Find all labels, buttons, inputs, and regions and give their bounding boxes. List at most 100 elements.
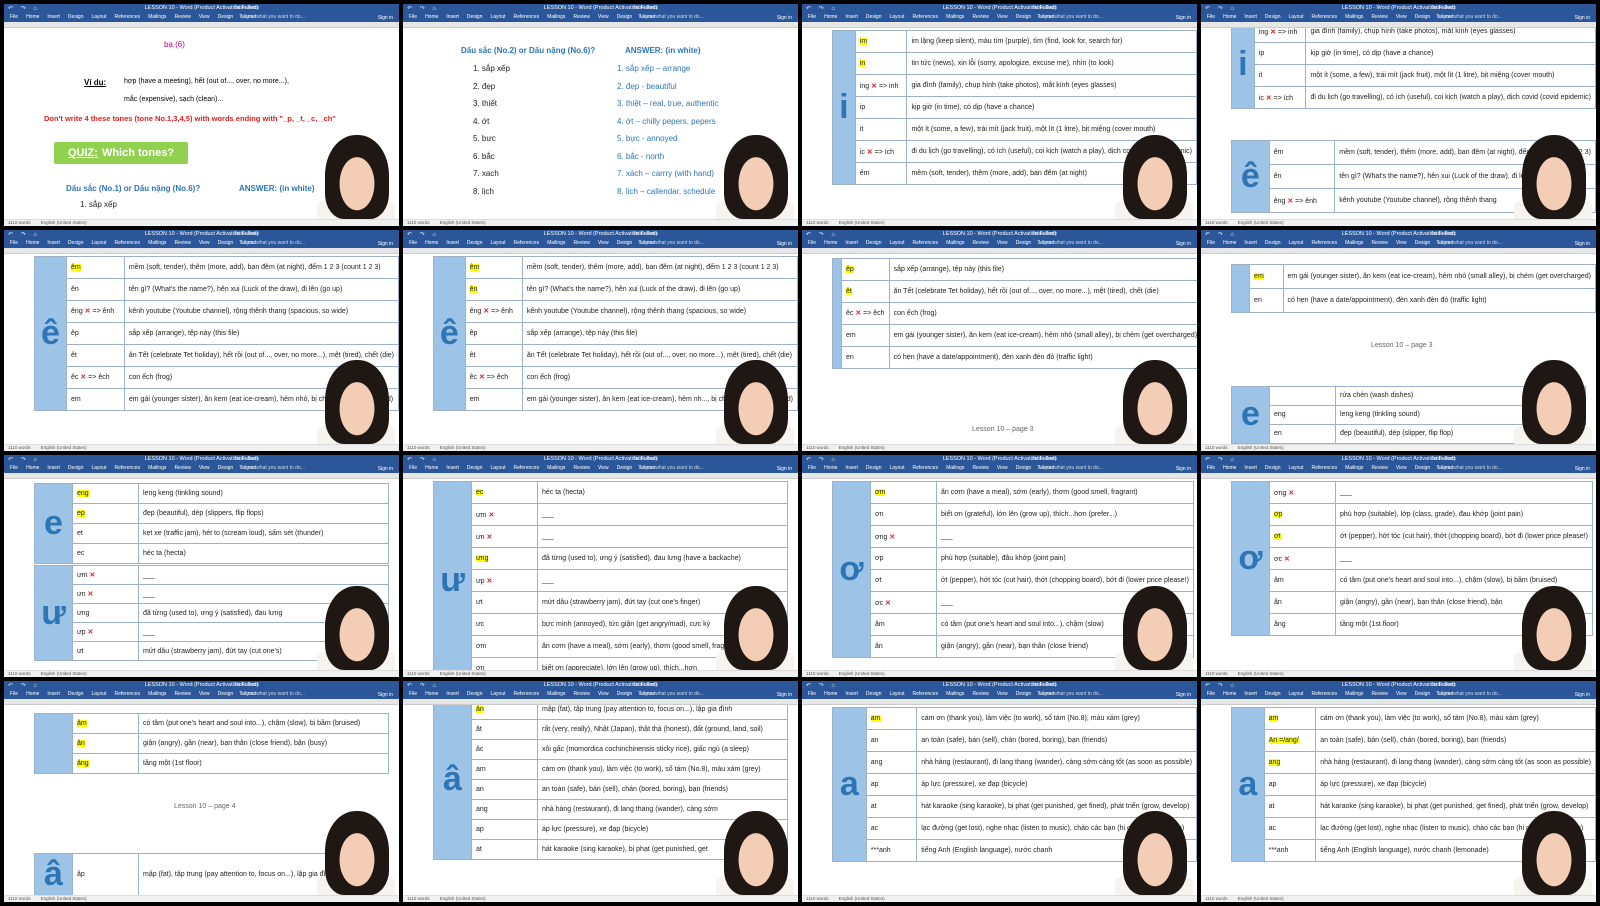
ribbon-tab[interactable]: Mailings [547,691,565,697]
tell-me-search[interactable]: Tell me what you want to do... [1436,691,1502,697]
sign-in-link[interactable]: Sign in [1575,466,1590,472]
sign-in-link[interactable]: Sign in [378,15,393,21]
ribbon-tabs[interactable]: File Home Insert Design Layout References Mail… [1207,691,1461,697]
ribbon-tab[interactable]: Design [866,465,882,471]
ribbon-tab[interactable]: Mailings [148,14,166,20]
ribbon-tab[interactable]: View [199,465,210,471]
ribbon-tabs[interactable]: File Home Insert Design Layout References Mail… [409,691,663,697]
ribbon-tab[interactable]: Review [972,465,988,471]
sign-in-link[interactable]: Sign in [1176,466,1191,472]
ribbon-tab[interactable]: Design [866,691,882,697]
ribbon-tabs[interactable]: File Home Insert Design Layout References Mail… [10,691,264,697]
ribbon-tab[interactable]: Home [1223,240,1236,246]
ribbon-tab[interactable]: Design [617,240,633,246]
ribbon-tab[interactable]: View [1396,465,1407,471]
ribbon-tab[interactable]: Review [573,240,589,246]
ribbon-tab[interactable]: References [1312,691,1338,697]
ribbon-tab[interactable]: Design [467,14,483,20]
ribbon-tab[interactable]: Home [26,14,39,20]
ribbon-tabs[interactable]: File Home Insert Design Layout References Mail… [10,465,264,471]
tell-me-search[interactable]: Tell me what you want to do... [239,14,305,20]
ribbon-tab[interactable]: View [997,14,1008,20]
ribbon-tab[interactable]: Insert [47,691,60,697]
ribbon-tab[interactable]: Layout [92,240,107,246]
ribbon-tabs[interactable]: File Home Insert Design Layout References Mail… [1207,240,1461,246]
ribbon-tab[interactable]: View [1396,14,1407,20]
ribbon-tab[interactable]: Home [1223,14,1236,20]
ribbon-tab[interactable]: References [514,240,540,246]
sign-in-link[interactable]: Sign in [777,466,792,472]
ribbon-tabs[interactable]: File Home Insert Design Layout References Mail… [409,14,663,20]
ribbon-tab[interactable]: File [1207,691,1215,697]
ribbon-tab[interactable]: Review [174,465,190,471]
ribbon-tab[interactable]: File [10,691,18,697]
ribbon-tab[interactable]: Mailings [148,465,166,471]
ribbon-tab[interactable]: References [1312,240,1338,246]
ribbon-tab[interactable]: File [409,14,417,20]
ribbon-tab[interactable]: Insert [1244,465,1257,471]
sign-in-link[interactable]: Sign in [1176,15,1191,21]
ribbon-tab[interactable]: References [115,465,141,471]
ribbon-tab[interactable]: Design [1016,465,1032,471]
sign-in-link[interactable]: Sign in [1176,692,1191,698]
ribbon-tab[interactable]: Mailings [946,240,964,246]
ribbon-tab[interactable]: Insert [845,691,858,697]
tell-me-search[interactable]: Tell me what you want to do... [638,465,704,471]
ribbon-tab[interactable]: Mailings [1345,691,1363,697]
ribbon-tab[interactable]: Design [1265,240,1281,246]
ribbon-tab[interactable]: Insert [845,14,858,20]
ribbon-tab[interactable]: Design [467,240,483,246]
ribbon-tab[interactable]: Design [1415,14,1431,20]
ribbon-tab[interactable]: Layout [890,14,905,20]
ribbon-tab[interactable]: Home [824,691,837,697]
ribbon-tab[interactable]: View [1396,691,1407,697]
ribbon-tab[interactable]: File [1207,240,1215,246]
ribbon-tab[interactable]: Layout [491,240,506,246]
sign-in-link[interactable]: Sign in [777,15,792,21]
ribbon-tab[interactable]: Layout [491,465,506,471]
ribbon-tab[interactable]: References [514,691,540,697]
ribbon-tab[interactable]: Design [617,465,633,471]
ribbon-tab[interactable]: Design [1415,465,1431,471]
ribbon-tabs[interactable]: File Home Insert Design Layout References Mail… [808,14,1062,20]
ribbon-tab[interactable]: Review [972,14,988,20]
sign-in-link[interactable]: Sign in [1575,241,1590,247]
ribbon-tab[interactable]: References [514,14,540,20]
ribbon-tab[interactable]: References [115,691,141,697]
ribbon-tab[interactable]: Home [26,240,39,246]
ribbon-tab[interactable]: Design [1265,14,1281,20]
ribbon-tab[interactable]: Layout [1289,240,1304,246]
tell-me-search[interactable]: Tell me what you want to do... [638,14,704,20]
ribbon-tab[interactable]: Design [1415,691,1431,697]
ribbon-tab[interactable]: Layout [1289,691,1304,697]
ribbon-tab[interactable]: Mailings [946,465,964,471]
ribbon-tab[interactable]: Layout [491,14,506,20]
ribbon-tab[interactable]: Home [26,691,39,697]
sign-in-link[interactable]: Sign in [777,692,792,698]
ribbon-tab[interactable]: References [913,465,939,471]
tell-me-search[interactable]: Tell me what you want to do... [1037,691,1103,697]
tell-me-search[interactable]: Tell me what you want to do... [1037,240,1103,246]
tell-me-search[interactable]: Tell me what you want to do... [239,240,305,246]
ribbon-tab[interactable]: Insert [47,14,60,20]
ribbon-tab[interactable]: Review [573,691,589,697]
sign-in-link[interactable]: Sign in [1575,15,1590,21]
ribbon-tab[interactable]: File [808,465,816,471]
ribbon-tab[interactable]: References [115,14,141,20]
ribbon-tab[interactable]: Home [425,465,438,471]
tell-me-search[interactable]: Tell me what you want to do... [638,691,704,697]
ribbon-tab[interactable]: Design [218,14,234,20]
ribbon-tab[interactable]: Mailings [946,691,964,697]
ribbon-tab[interactable]: Home [1223,691,1236,697]
ribbon-tab[interactable]: Design [1265,465,1281,471]
tell-me-search[interactable]: Tell me what you want to do... [638,240,704,246]
ribbon-tab[interactable]: Home [824,14,837,20]
ribbon-tab[interactable]: Mailings [547,240,565,246]
ribbon-tab[interactable]: File [409,691,417,697]
ribbon-tabs[interactable]: File Home Insert Design Layout References Mail… [808,240,1062,246]
sign-in-link[interactable]: Sign in [378,241,393,247]
ribbon-tab[interactable]: Insert [1244,240,1257,246]
sign-in-link[interactable]: Sign in [378,692,393,698]
ribbon-tab[interactable]: Home [425,691,438,697]
ribbon-tab[interactable]: References [115,240,141,246]
